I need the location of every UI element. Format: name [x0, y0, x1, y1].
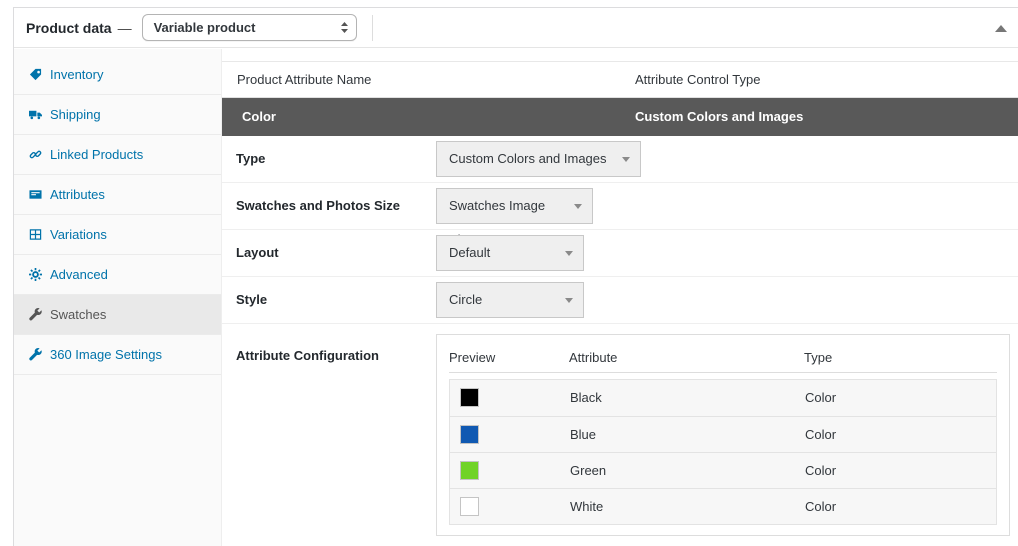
sidebar-item-label: Variations [50, 227, 107, 242]
link-icon [29, 148, 42, 161]
field-row-style: Style Circle [222, 277, 1018, 324]
sidebar-item-360-image-settings[interactable]: 360 Image Settings [14, 335, 221, 375]
table-row[interactable]: White Color [450, 488, 996, 524]
product-data-header: Product data — Variable product [14, 8, 1018, 48]
sidebar-item-shipping[interactable]: Shipping [14, 95, 221, 135]
header-divider [372, 15, 373, 41]
type-label: Type [236, 136, 265, 182]
chevron-down-icon [622, 157, 630, 162]
chevron-down-icon [565, 298, 573, 303]
column-header-attribute: Attribute [569, 347, 617, 369]
type-cell: Color [805, 380, 836, 416]
truck-icon [29, 108, 42, 121]
style-label: Style [236, 277, 267, 323]
attribute-configuration-section: Attribute Configuration Preview Attribut… [222, 334, 1018, 536]
color-swatch [460, 461, 479, 480]
column-header-attribute-name: Product Attribute Name [237, 62, 371, 98]
swatches-size-label: Swatches and Photos Size [236, 183, 400, 229]
product-data-screen: Product data — Variable product [0, 0, 1018, 546]
attribute-cell: Black [570, 380, 602, 416]
sidebar-item-variations[interactable]: Variations [14, 215, 221, 255]
type-dropdown[interactable]: Custom Colors and Images [436, 141, 641, 177]
attribute-cell: Blue [570, 417, 596, 453]
chevron-down-icon [565, 251, 573, 256]
type-cell: Color [805, 417, 836, 453]
page-title: Product data [26, 20, 112, 36]
color-swatch [460, 425, 479, 444]
sidebar-item-advanced[interactable]: Advanced [14, 255, 221, 295]
color-swatch [460, 388, 479, 407]
sidebar-item-label: Attributes [50, 187, 105, 202]
attribute-configuration-label: Attribute Configuration [236, 348, 379, 363]
attribute-cell: Green [570, 453, 606, 489]
column-header-preview: Preview [449, 347, 495, 369]
layout-label: Layout [236, 230, 279, 276]
chevron-down-icon [574, 204, 582, 209]
product-type-select[interactable]: Variable product [142, 14, 357, 41]
sidebar-item-label: Linked Products [50, 147, 143, 162]
selected-attribute-control: Custom Colors and Images [635, 98, 803, 136]
select-updown-icon [340, 21, 349, 34]
configuration-table-header: Preview Attribute Type [449, 347, 997, 373]
sidebar-item-label: 360 Image Settings [50, 347, 162, 362]
attribute-configuration-table: Preview Attribute Type Black Color [436, 334, 1010, 536]
title-separator: — [118, 20, 132, 36]
wrench-icon [29, 308, 42, 321]
sidebar-item-label: Advanced [50, 267, 108, 282]
grid-icon [29, 228, 42, 241]
sidebar-item-attributes[interactable]: Attributes [14, 175, 221, 215]
column-header-control-type: Attribute Control Type [635, 62, 761, 98]
layout-dropdown[interactable]: Default [436, 235, 584, 271]
type-dropdown-value: Custom Colors and Images [449, 151, 607, 166]
style-dropdown-value: Circle [449, 292, 482, 307]
sidebar-item-label: Shipping [50, 107, 101, 122]
field-row-type: Type Custom Colors and Images [222, 136, 1018, 183]
chevron-up-icon [995, 25, 1007, 32]
swatches-size-dropdown[interactable]: Swatches Image Size [436, 188, 593, 224]
column-header-type: Type [804, 347, 832, 369]
field-row-layout: Layout Default [222, 230, 1018, 277]
product-data-postbox: Product data — Variable product [13, 7, 1018, 546]
type-cell: Color [805, 453, 836, 489]
product-data-body: Inventory Shipping Linked Products [14, 49, 1018, 546]
product-type-value: Variable product [154, 20, 256, 35]
color-swatch [460, 497, 479, 516]
product-data-tabs: Inventory Shipping Linked Products [14, 49, 222, 546]
sidebar-item-label: Inventory [50, 67, 103, 82]
wrench-icon [29, 348, 42, 361]
table-row[interactable]: Green Color [450, 452, 996, 488]
tag-icon [29, 68, 42, 81]
sidebar-item-label: Swatches [50, 307, 106, 322]
gear-icon [29, 268, 42, 281]
attribute-cell: White [570, 489, 603, 525]
sidebar-item-linked-products[interactable]: Linked Products [14, 135, 221, 175]
table-row[interactable]: Blue Color [450, 416, 996, 452]
layout-dropdown-value: Default [449, 245, 490, 260]
swatches-panel: Product Attribute Name Attribute Control… [222, 49, 1018, 546]
style-dropdown[interactable]: Circle [436, 282, 584, 318]
card-icon [29, 188, 42, 201]
type-cell: Color [805, 489, 836, 525]
panel-collapse-button[interactable] [994, 22, 1008, 36]
field-row-swatches-size: Swatches and Photos Size Swatches Image … [222, 183, 1018, 230]
table-row[interactable]: Black Color [450, 380, 996, 416]
attributes-table: Product Attribute Name Attribute Control… [222, 61, 1018, 536]
configuration-table-body: Black Color Blue Color [449, 379, 997, 525]
sidebar-item-swatches[interactable]: Swatches [14, 295, 221, 335]
attributes-table-header: Product Attribute Name Attribute Control… [222, 62, 1018, 98]
selected-attribute-name: Color [242, 98, 276, 136]
selected-attribute-bar[interactable]: Color Custom Colors and Images [222, 98, 1018, 136]
sidebar-item-inventory[interactable]: Inventory [14, 55, 221, 95]
